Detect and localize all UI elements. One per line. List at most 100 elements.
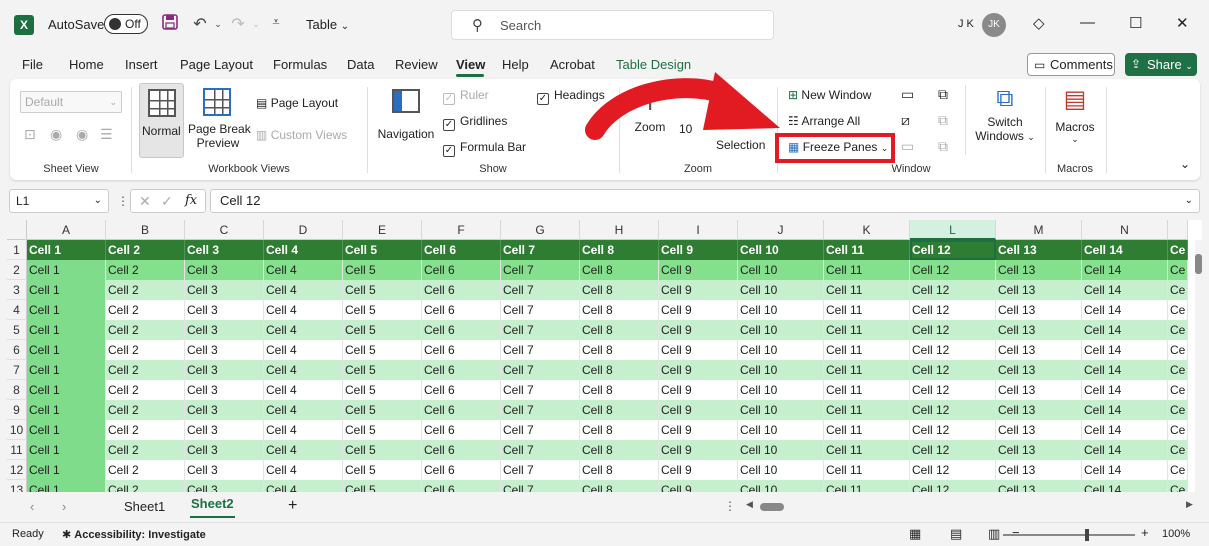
table-cell[interactable]: Cell 5 — [343, 360, 422, 380]
table-cell[interactable]: Cell 9 — [659, 280, 738, 300]
view-side-by-side-icon[interactable]: ⧉ — [938, 86, 948, 103]
column-header[interactable]: L — [910, 220, 996, 240]
row-header[interactable]: 12 — [7, 460, 27, 480]
page-break-preview-button[interactable]: Page Break Preview — [188, 83, 251, 153]
save-icon[interactable] — [160, 14, 180, 35]
table-cell[interactable]: Cell 13 — [996, 360, 1082, 380]
table-header-cell[interactable]: Cell 9 — [659, 240, 738, 260]
table-cell[interactable]: Cell 2 — [106, 320, 185, 340]
table-cell[interactable]: Cell 4 — [264, 300, 343, 320]
column-header[interactable]: M — [996, 220, 1082, 240]
spreadsheet-grid[interactable]: A B C D E F G H I J K L M N 1 Cell 1 Cell 2 Cell 3 Cell 4C… — [7, 220, 1202, 492]
table-cell[interactable]: Cell 1 — [27, 280, 106, 300]
table-cell[interactable]: Cell 2 — [106, 460, 185, 480]
table-cell[interactable]: Cell 13 — [996, 300, 1082, 320]
table-cell[interactable]: Cell 13 — [996, 400, 1082, 420]
column-header[interactable]: A — [27, 220, 106, 240]
table-cell[interactable]: Cell 12 — [910, 320, 996, 340]
column-header[interactable]: G — [501, 220, 580, 240]
table-cell[interactable]: Cell 3 — [185, 400, 264, 420]
table-cell[interactable]: Cell 8 — [580, 460, 659, 480]
horizontal-scroll-thumb[interactable] — [760, 503, 784, 511]
table-cell[interactable]: Cell 3 — [185, 360, 264, 380]
sheet-tab-sheet2[interactable]: Sheet2 — [191, 496, 234, 511]
split-icon[interactable]: ▭ — [901, 86, 914, 103]
navigation-button[interactable]: Navigation — [374, 85, 438, 155]
column-header[interactable]: D — [264, 220, 343, 240]
table-cell[interactable]: Cell 8 — [580, 300, 659, 320]
table-cell[interactable]: Cell 13 — [996, 340, 1082, 360]
table-cell[interactable]: Cell 9 — [659, 300, 738, 320]
table-cell[interactable]: Cell 1 — [27, 340, 106, 360]
table-header-cell[interactable]: Cell 8 — [580, 240, 659, 260]
custom-views-button[interactable]: ▥ Custom Views — [256, 128, 347, 142]
table-cell[interactable]: Cell 8 — [580, 400, 659, 420]
table-cell[interactable]: Ce — [1168, 480, 1188, 492]
table-cell[interactable]: Cell 11 — [824, 460, 910, 480]
table-cell[interactable]: Cell 1 — [27, 300, 106, 320]
table-cell[interactable]: Cell 2 — [106, 300, 185, 320]
table-header-cell[interactable]: Cell 5 — [343, 240, 422, 260]
vertical-scroll-thumb[interactable] — [1195, 254, 1202, 274]
table-cell[interactable]: Cell 14 — [1082, 460, 1168, 480]
table-cell[interactable]: Cell 8 — [580, 360, 659, 380]
table-cell[interactable]: Cell 7 — [501, 340, 580, 360]
table-header-cell[interactable]: Cell 10 — [738, 240, 824, 260]
sheet-tab-sheet1[interactable]: Sheet1 — [124, 499, 165, 514]
new-view-icon[interactable]: ◉ — [76, 126, 88, 143]
table-cell[interactable]: Cell 9 — [659, 320, 738, 340]
table-cell[interactable]: Ce — [1168, 340, 1188, 360]
sheet-view-select[interactable]: Default ⌄ — [20, 91, 122, 113]
table-cell[interactable]: Cell 14 — [1082, 260, 1168, 280]
table-cell[interactable]: Cell 4 — [264, 420, 343, 440]
column-header[interactable]: H — [580, 220, 659, 240]
row-header[interactable]: 3 — [7, 280, 27, 300]
table-cell[interactable]: Cell 11 — [824, 280, 910, 300]
table-cell[interactable]: Ce — [1168, 360, 1188, 380]
table-cell[interactable]: Cell 2 — [106, 480, 185, 492]
table-cell[interactable]: Cell 14 — [1082, 380, 1168, 400]
table-cell[interactable]: Cell 14 — [1082, 320, 1168, 340]
customize-qat-icon[interactable]: ⩡ — [266, 14, 286, 30]
table-cell[interactable]: Cell 8 — [580, 440, 659, 460]
table-cell[interactable]: Cell 10 — [738, 360, 824, 380]
table-cell[interactable]: Cell 14 — [1082, 280, 1168, 300]
add-sheet-icon[interactable]: + — [288, 497, 297, 515]
table-cell[interactable]: Cell 12 — [910, 400, 996, 420]
table-cell[interactable]: Cell 5 — [343, 380, 422, 400]
table-cell[interactable]: Cell 11 — [824, 340, 910, 360]
keep-icon[interactable]: ⊡ — [24, 126, 36, 143]
comments-button[interactable]: ▭ Comments — [1027, 53, 1115, 76]
table-cell[interactable]: Cell 1 — [27, 360, 106, 380]
table-cell[interactable]: Cell 12 — [910, 260, 996, 280]
column-header[interactable]: F — [422, 220, 501, 240]
maximize-icon[interactable]: ☐ — [1129, 14, 1142, 32]
table-cell[interactable]: Cell 1 — [27, 460, 106, 480]
table-cell[interactable]: Cell 3 — [185, 440, 264, 460]
zoom-out-icon[interactable]: − — [1012, 525, 1020, 540]
table-cell[interactable]: Cell 3 — [185, 420, 264, 440]
row-header[interactable]: 4 — [7, 300, 27, 320]
row-header[interactable]: 13 — [7, 480, 27, 492]
page-layout-button[interactable]: ▤ Page Layout — [256, 96, 338, 110]
table-cell[interactable]: Cell 9 — [659, 360, 738, 380]
table-cell[interactable]: Cell 12 — [910, 440, 996, 460]
ruler-checkbox[interactable]: ✓ Ruler — [443, 88, 489, 105]
table-cell[interactable]: Cell 8 — [580, 340, 659, 360]
table-cell[interactable]: Cell 4 — [264, 280, 343, 300]
zoom-slider[interactable] — [1003, 529, 1135, 541]
table-cell[interactable]: Cell 10 — [738, 460, 824, 480]
table-cell[interactable]: Cell 11 — [824, 420, 910, 440]
table-cell[interactable]: Cell 5 — [343, 300, 422, 320]
macros-button[interactable]: ▤ Macros ⌄ — [1050, 85, 1100, 145]
table-cell[interactable]: Cell 2 — [106, 260, 185, 280]
table-cell[interactable]: Cell 12 — [910, 460, 996, 480]
tab-data[interactable]: Data — [347, 57, 374, 72]
table-cell[interactable]: Cell 10 — [738, 420, 824, 440]
table-cell[interactable]: Cell 4 — [264, 260, 343, 280]
table-cell[interactable]: Cell 12 — [910, 360, 996, 380]
table-cell[interactable]: Cell 4 — [264, 460, 343, 480]
table-cell[interactable]: Cell 6 — [422, 400, 501, 420]
next-sheet-icon[interactable]: › — [62, 499, 66, 514]
normal-view-button[interactable]: Normal — [139, 83, 184, 158]
